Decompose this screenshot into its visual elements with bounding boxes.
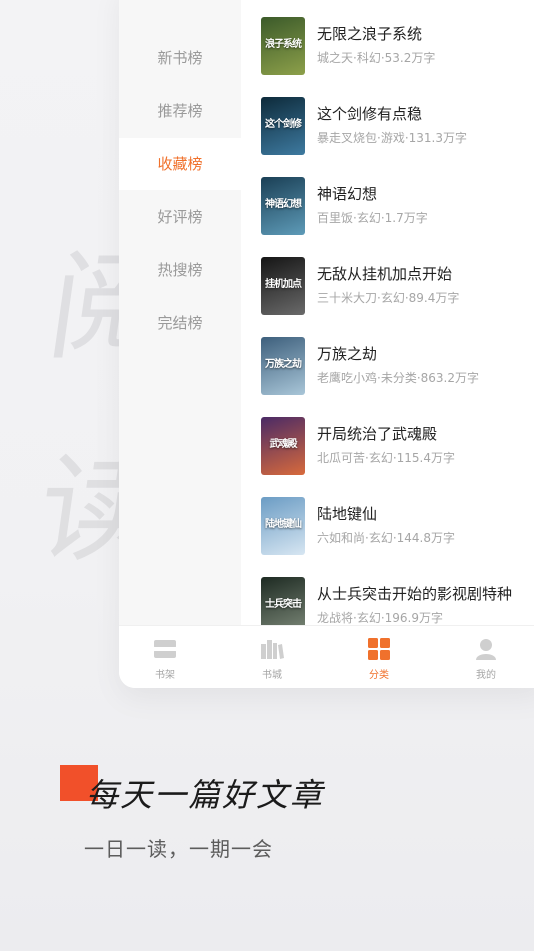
cover-title: 武魂殿 xyxy=(269,439,298,450)
tab-label: 分类 xyxy=(369,670,389,681)
tab-profile[interactable]: 我的 xyxy=(456,626,516,688)
sidebar-item-completed[interactable]: 完结榜 xyxy=(119,297,241,349)
cover-title: 陆地键仙 xyxy=(265,519,302,530)
book-meta: 六如和尚·玄幻·144.8万字 xyxy=(317,531,455,545)
cover-title: 神语幻想 xyxy=(265,199,302,210)
category-icon xyxy=(368,638,390,660)
book-meta: 暴走叉烧包·游戏·131.3万字 xyxy=(317,131,467,145)
app-screen-card: 人气榜 新书榜 推荐榜 收藏榜 好评榜 热搜榜 完结榜 浪子系统 无限之浪子系统… xyxy=(119,0,534,688)
book-cover: 浪子系统 xyxy=(261,17,305,75)
book-meta: 北瓜可苦·玄幻·115.4万字 xyxy=(317,451,455,465)
list-item[interactable]: 挂机加点 无敌从挂机加点开始 三十米大刀·玄幻·89.4万字 xyxy=(261,257,534,317)
tab-category[interactable]: 分类 xyxy=(349,626,409,688)
sidebar-item-favorites[interactable]: 收藏榜 xyxy=(119,138,241,190)
list-item[interactable]: 武魂殿 开局统治了武魂殿 北瓜可苦·玄幻·115.4万字 xyxy=(261,417,534,477)
bookstore-icon xyxy=(261,640,284,659)
list-item[interactable]: 浪子系统 无限之浪子系统 城之天·科幻·53.2万字 xyxy=(261,17,534,77)
tab-label: 书架 xyxy=(155,670,175,681)
book-title: 万族之劫 xyxy=(317,345,378,363)
book-title: 神语幻想 xyxy=(317,185,378,203)
book-title: 从士兵突击开始的影视剧特种 xyxy=(317,585,513,603)
tab-bookshelf[interactable]: 书架 xyxy=(135,626,195,688)
tab-bookstore[interactable]: 书城 xyxy=(242,626,302,688)
cover-title: 挂机加点 xyxy=(265,279,302,290)
list-item[interactable]: 神语幻想 神语幻想 百里饭·玄幻·1.7万字 xyxy=(261,177,534,237)
sidebar-item-popular[interactable]: 人气榜 xyxy=(119,0,241,18)
cover-title: 浪子系统 xyxy=(265,39,302,50)
cover-title: 万族之劫 xyxy=(265,359,302,370)
list-item[interactable]: 陆地键仙 陆地键仙 六如和尚·玄幻·144.8万字 xyxy=(261,497,534,557)
sidebar-item-top-rated[interactable]: 好评榜 xyxy=(119,191,241,243)
ranking-sidebar: 人气榜 新书榜 推荐榜 收藏榜 好评榜 热搜榜 完结榜 xyxy=(119,0,241,625)
cover-title: 这个剑修 xyxy=(265,119,302,130)
book-title: 无敌从挂机加点开始 xyxy=(317,265,453,283)
bookshelf-icon xyxy=(154,640,176,658)
promo-title: 每天一篇好文章 xyxy=(86,776,325,814)
tab-label: 我的 xyxy=(476,670,496,681)
book-cover: 神语幻想 xyxy=(261,177,305,235)
book-cover: 武魂殿 xyxy=(261,417,305,475)
sidebar-item-recommended[interactable]: 推荐榜 xyxy=(119,85,241,137)
profile-icon xyxy=(476,639,496,660)
book-meta: 龙战将·玄幻·196.9万字 xyxy=(317,611,443,625)
book-meta: 老鹰吃小鸡·未分类·863.2万字 xyxy=(317,371,479,385)
book-title: 陆地键仙 xyxy=(317,505,378,523)
tab-label: 书城 xyxy=(262,670,282,681)
sidebar-item-trending[interactable]: 热搜榜 xyxy=(119,244,241,296)
book-cover: 挂机加点 xyxy=(261,257,305,315)
book-cover: 陆地键仙 xyxy=(261,497,305,555)
book-title: 开局统治了武魂殿 xyxy=(317,425,438,443)
sidebar-item-new-books[interactable]: 新书榜 xyxy=(119,32,241,84)
list-item[interactable]: 万族之劫 万族之劫 老鹰吃小鸡·未分类·863.2万字 xyxy=(261,337,534,397)
book-cover: 这个剑修 xyxy=(261,97,305,155)
list-item[interactable]: 这个剑修 这个剑修有点稳 暴走叉烧包·游戏·131.3万字 xyxy=(261,97,534,157)
promo-subtitle: 一日一读，一期一会 xyxy=(84,837,273,861)
book-cover: 士兵突击 xyxy=(261,577,305,625)
book-cover: 万族之劫 xyxy=(261,337,305,395)
list-item[interactable]: 士兵突击 从士兵突击开始的影视剧特种 龙战将·玄幻·196.9万字 xyxy=(261,577,534,625)
book-title: 无限之浪子系统 xyxy=(317,25,423,43)
book-meta: 百里饭·玄幻·1.7万字 xyxy=(317,211,428,225)
book-list: 浪子系统 无限之浪子系统 城之天·科幻·53.2万字 这个剑修 这个剑修有点稳 … xyxy=(241,0,534,625)
cover-title: 士兵突击 xyxy=(265,599,302,610)
book-title: 这个剑修有点稳 xyxy=(317,105,423,123)
book-meta: 三十米大刀·玄幻·89.4万字 xyxy=(317,291,460,305)
book-meta: 城之天·科幻·53.2万字 xyxy=(317,51,436,65)
bottom-tab-bar: 书架 书城 分类 我的 xyxy=(119,625,534,688)
